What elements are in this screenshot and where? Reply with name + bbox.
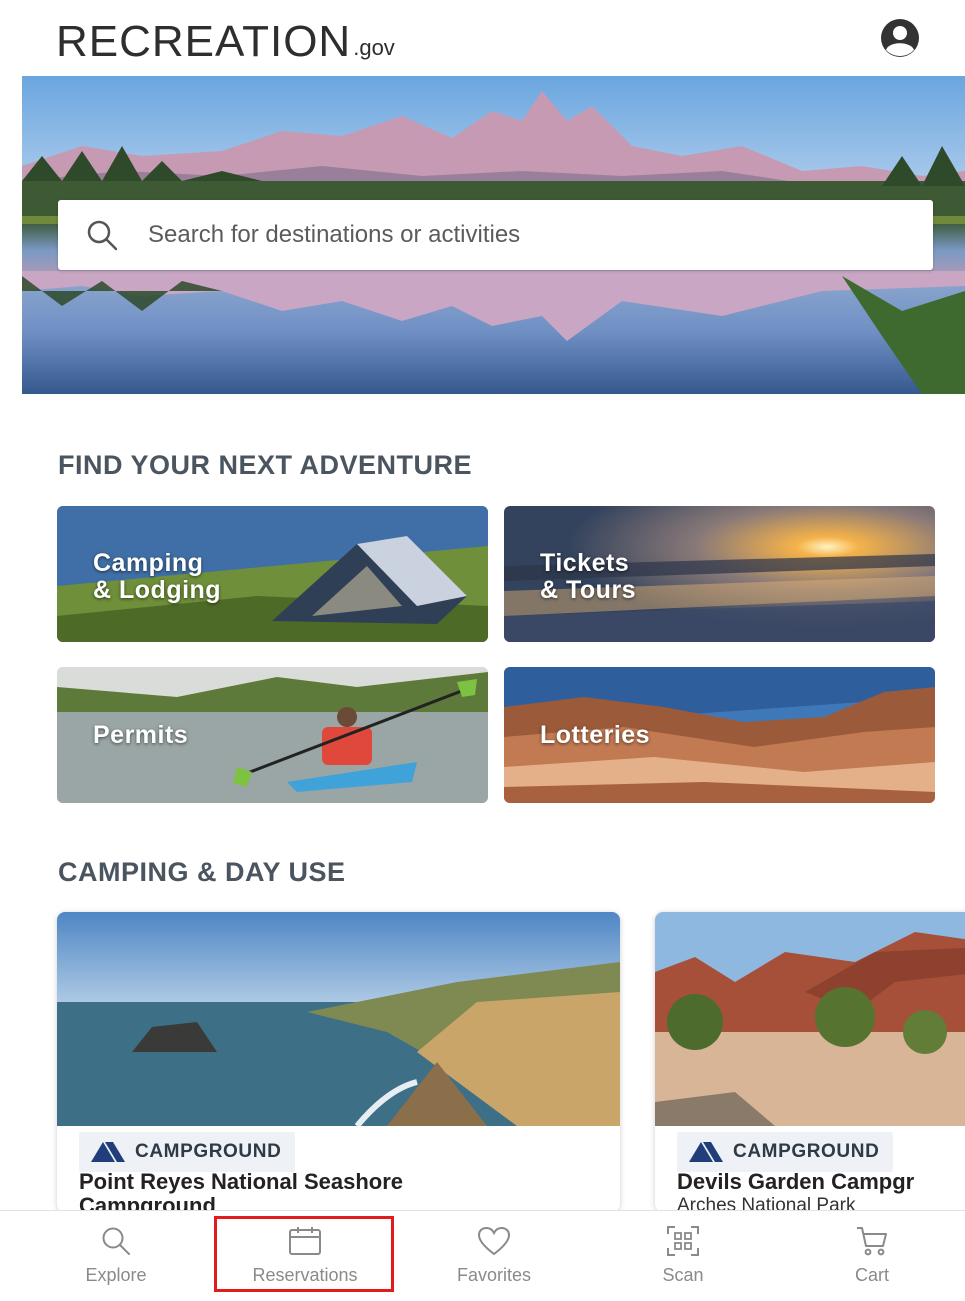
search-input[interactable] (148, 221, 908, 249)
nav-explore[interactable]: Explore (31, 1211, 201, 1301)
recreation-gov-logo[interactable]: RECREATION .gov (56, 12, 395, 64)
nav-label: Cart (854, 1265, 889, 1285)
nav-cart[interactable]: Cart (787, 1211, 957, 1301)
tile-label: Camping & Lodging (93, 549, 222, 604)
search-icon (98, 1223, 134, 1259)
card-title[interactable]: Point Reyes National Seashore Campground (79, 1169, 403, 1213)
tile-camping-lodging[interactable]: Camping & Lodging (57, 506, 488, 642)
cart-icon (854, 1223, 890, 1259)
tile-permits[interactable]: Permits (57, 667, 488, 803)
campground-card-point-reyes[interactable]: CAMPGROUND Point Reyes National Seashore… (57, 912, 620, 1212)
app-header: RECREATION .gov (0, 0, 965, 76)
tile-label: Lotteries (540, 721, 651, 749)
card-title-line1: Devils Garden Campgr (677, 1169, 915, 1194)
search-icon (82, 215, 122, 255)
coastline-image (57, 912, 620, 1126)
nav-favorites[interactable]: Favorites (409, 1211, 579, 1301)
badge-label: CAMPGROUND (135, 1141, 282, 1162)
arch-image (655, 912, 965, 1126)
tile-label: Tickets & Tours (540, 549, 637, 604)
bottom-nav-bar: Explore Reservations Favorites Scan Cart (0, 1210, 965, 1301)
tile-lotteries[interactable]: Lotteries (504, 667, 935, 803)
heart-icon (476, 1223, 512, 1259)
badge-label: CAMPGROUND (733, 1141, 880, 1162)
scan-icon (665, 1223, 701, 1259)
card-title[interactable]: Devils Garden Campgr Arches National Par… (677, 1169, 915, 1213)
adventure-section-title: FIND YOUR NEXT ADVENTURE (58, 450, 473, 480)
tile-tickets-tours[interactable]: Tickets & Tours (504, 506, 935, 642)
logo-text: RECREATION (56, 17, 352, 66)
tent-badge-icon (689, 1142, 723, 1162)
tent-badge-icon (91, 1142, 125, 1162)
hero-banner (22, 76, 965, 394)
reservations-highlight-box (214, 1216, 394, 1292)
nav-label: Scan (662, 1265, 704, 1285)
nav-label: Favorites (456, 1265, 532, 1285)
nav-scan[interactable]: Scan (598, 1211, 768, 1301)
campground-card-devils-garden[interactable]: CAMPGROUND Devils Garden Campgr Arches N… (655, 912, 965, 1212)
tile-label: Permits (93, 721, 189, 749)
logo-suffix: .gov (353, 35, 395, 60)
camping-section-title: CAMPING & DAY USE (58, 857, 346, 887)
account-icon[interactable] (874, 16, 926, 60)
search-bar[interactable] (58, 200, 933, 270)
nav-label: Explore (85, 1265, 147, 1285)
campground-badge: CAMPGROUND (677, 1132, 894, 1172)
card-title-line1: Point Reyes National Seashore (79, 1169, 403, 1194)
campground-badge: CAMPGROUND (79, 1132, 296, 1172)
